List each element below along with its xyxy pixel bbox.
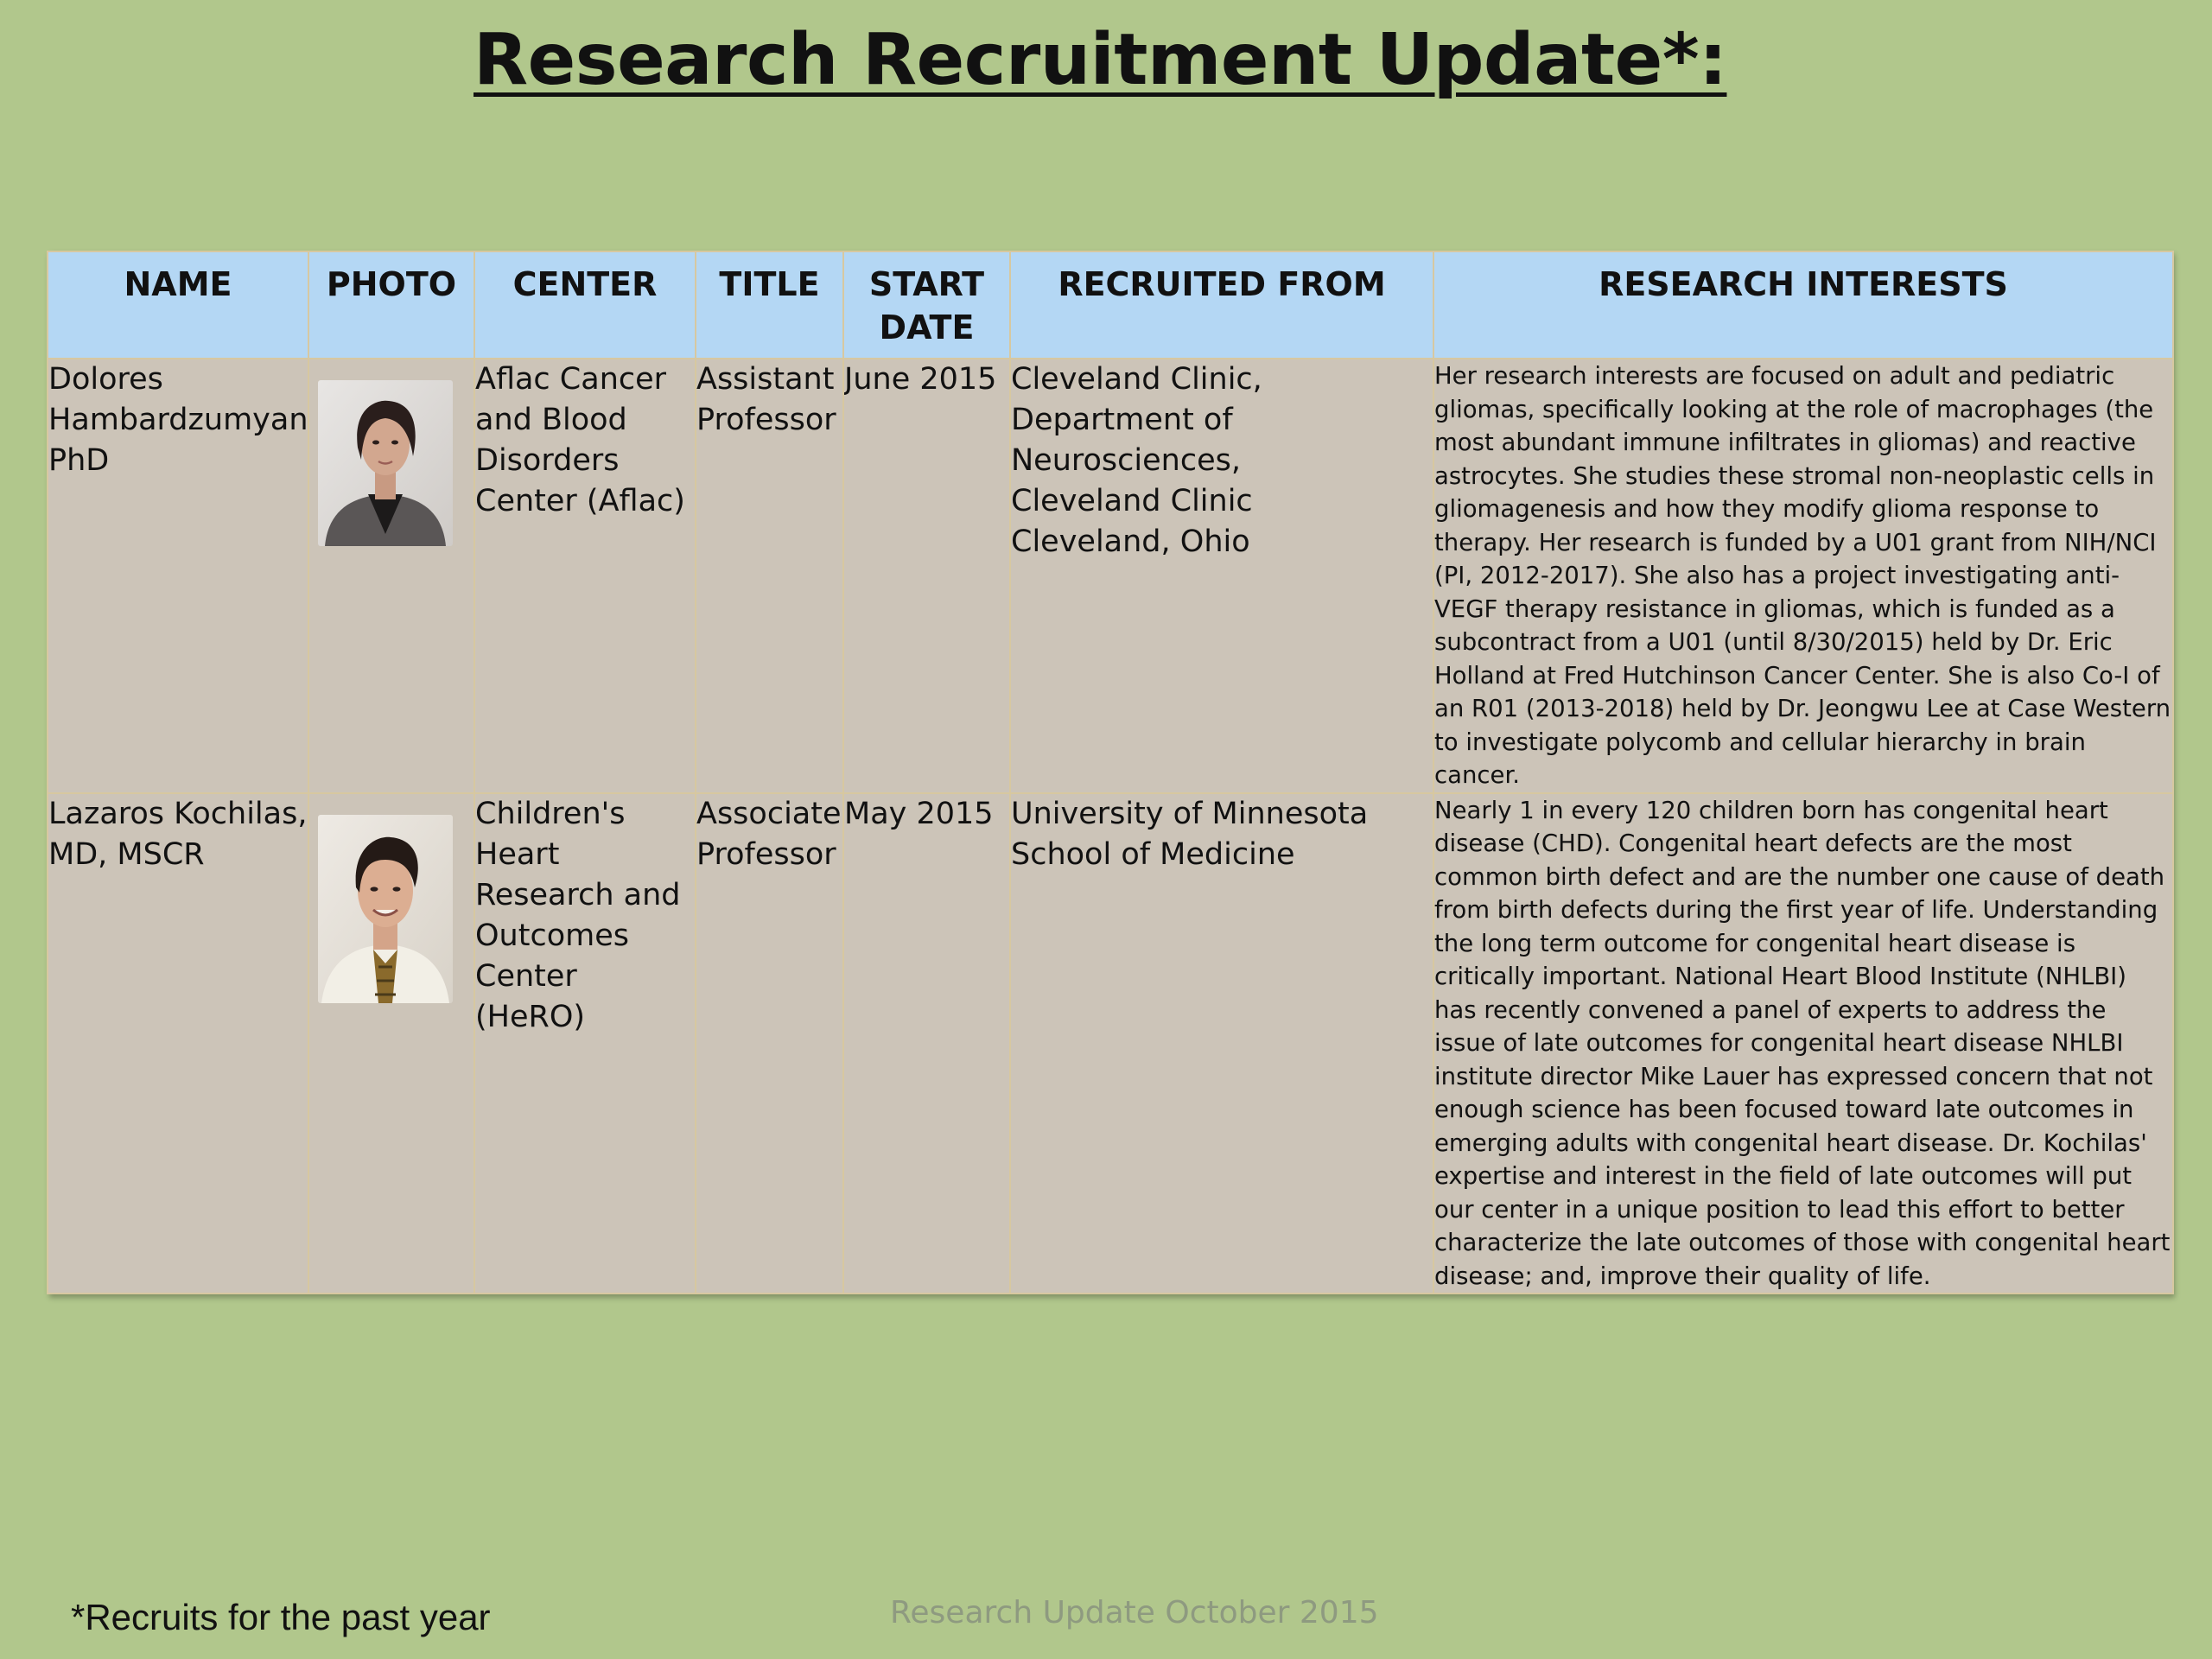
footnote: *Recruits for the past year	[71, 1597, 491, 1637]
cell-center: Children's Heart Research and Outcomes C…	[474, 791, 696, 1294]
cell-research-interests: Her research interests are focused on ad…	[1433, 358, 2174, 794]
cell-photo	[308, 791, 475, 1294]
portrait-photo-man	[318, 814, 453, 1003]
footer-text: Research Update October 2015	[890, 1595, 1379, 1630]
cell-photo	[308, 358, 475, 794]
table-row: Lazaros Kochilas, MD, MSCR Children's He…	[47, 791, 2174, 1294]
table-header-row: NAME PHOTO CENTER TITLE START DATE RECRUI…	[47, 251, 2174, 359]
recruited-from-line: School of Medicine	[1011, 836, 1295, 872]
cell-name: Dolores Hambardzumyan, PhD	[47, 358, 309, 794]
header-photo: PHOTO	[308, 251, 475, 359]
cell-recruited-from: Cleveland Clinic, Department of Neurosci…	[1009, 358, 1434, 794]
header-research-interests: RESEARCH INTERESTS	[1433, 251, 2174, 359]
portrait-photo-woman	[318, 380, 453, 546]
cell-title: Assistant Professor	[695, 358, 844, 794]
header-center: CENTER	[474, 251, 696, 359]
recruitment-table: NAME PHOTO CENTER TITLE START DATE RECRUI…	[47, 251, 2174, 1294]
header-start-date: START DATE	[842, 251, 1011, 359]
recruited-from-line: Department of Neurosciences,	[1011, 403, 1241, 478]
cell-title: Associate Professor	[695, 791, 844, 1294]
recruited-from-line: Cleveland Clinic,	[1011, 362, 1262, 397]
cell-center: Aflac Cancer and Blood Disorders Center …	[474, 358, 696, 794]
header-start-date-line1: START	[868, 265, 985, 303]
table-row: Dolores Hambardzumyan, PhD Aflac Cancer …	[47, 358, 2174, 794]
recruited-from-line: Cleveland Clinic	[1011, 484, 1253, 518]
recruited-from-line: University of Minnesota	[1011, 796, 1369, 831]
header-recruited-from: RECRUITED FROM	[1009, 251, 1434, 359]
cell-research-interests: Nearly 1 in every 120 children born has …	[1433, 791, 2174, 1294]
header-start-date-line2: DATE	[879, 308, 975, 346]
header-title: TITLE	[695, 251, 844, 359]
recruitment-table-container: NAME PHOTO CENTER TITLE START DATE RECRUI…	[47, 251, 2174, 1294]
cell-start-date: May 2015	[842, 791, 1011, 1294]
cell-name: Lazaros Kochilas, MD, MSCR	[47, 791, 309, 1294]
cell-recruited-from: University of Minnesota School of Medici…	[1009, 791, 1434, 1294]
slide-title: Research Recruitment Update*:	[474, 19, 1727, 101]
header-name: NAME	[47, 251, 309, 359]
cell-start-date: June 2015	[842, 358, 1011, 794]
recruited-from-line: Cleveland, Ohio	[1011, 524, 1250, 559]
